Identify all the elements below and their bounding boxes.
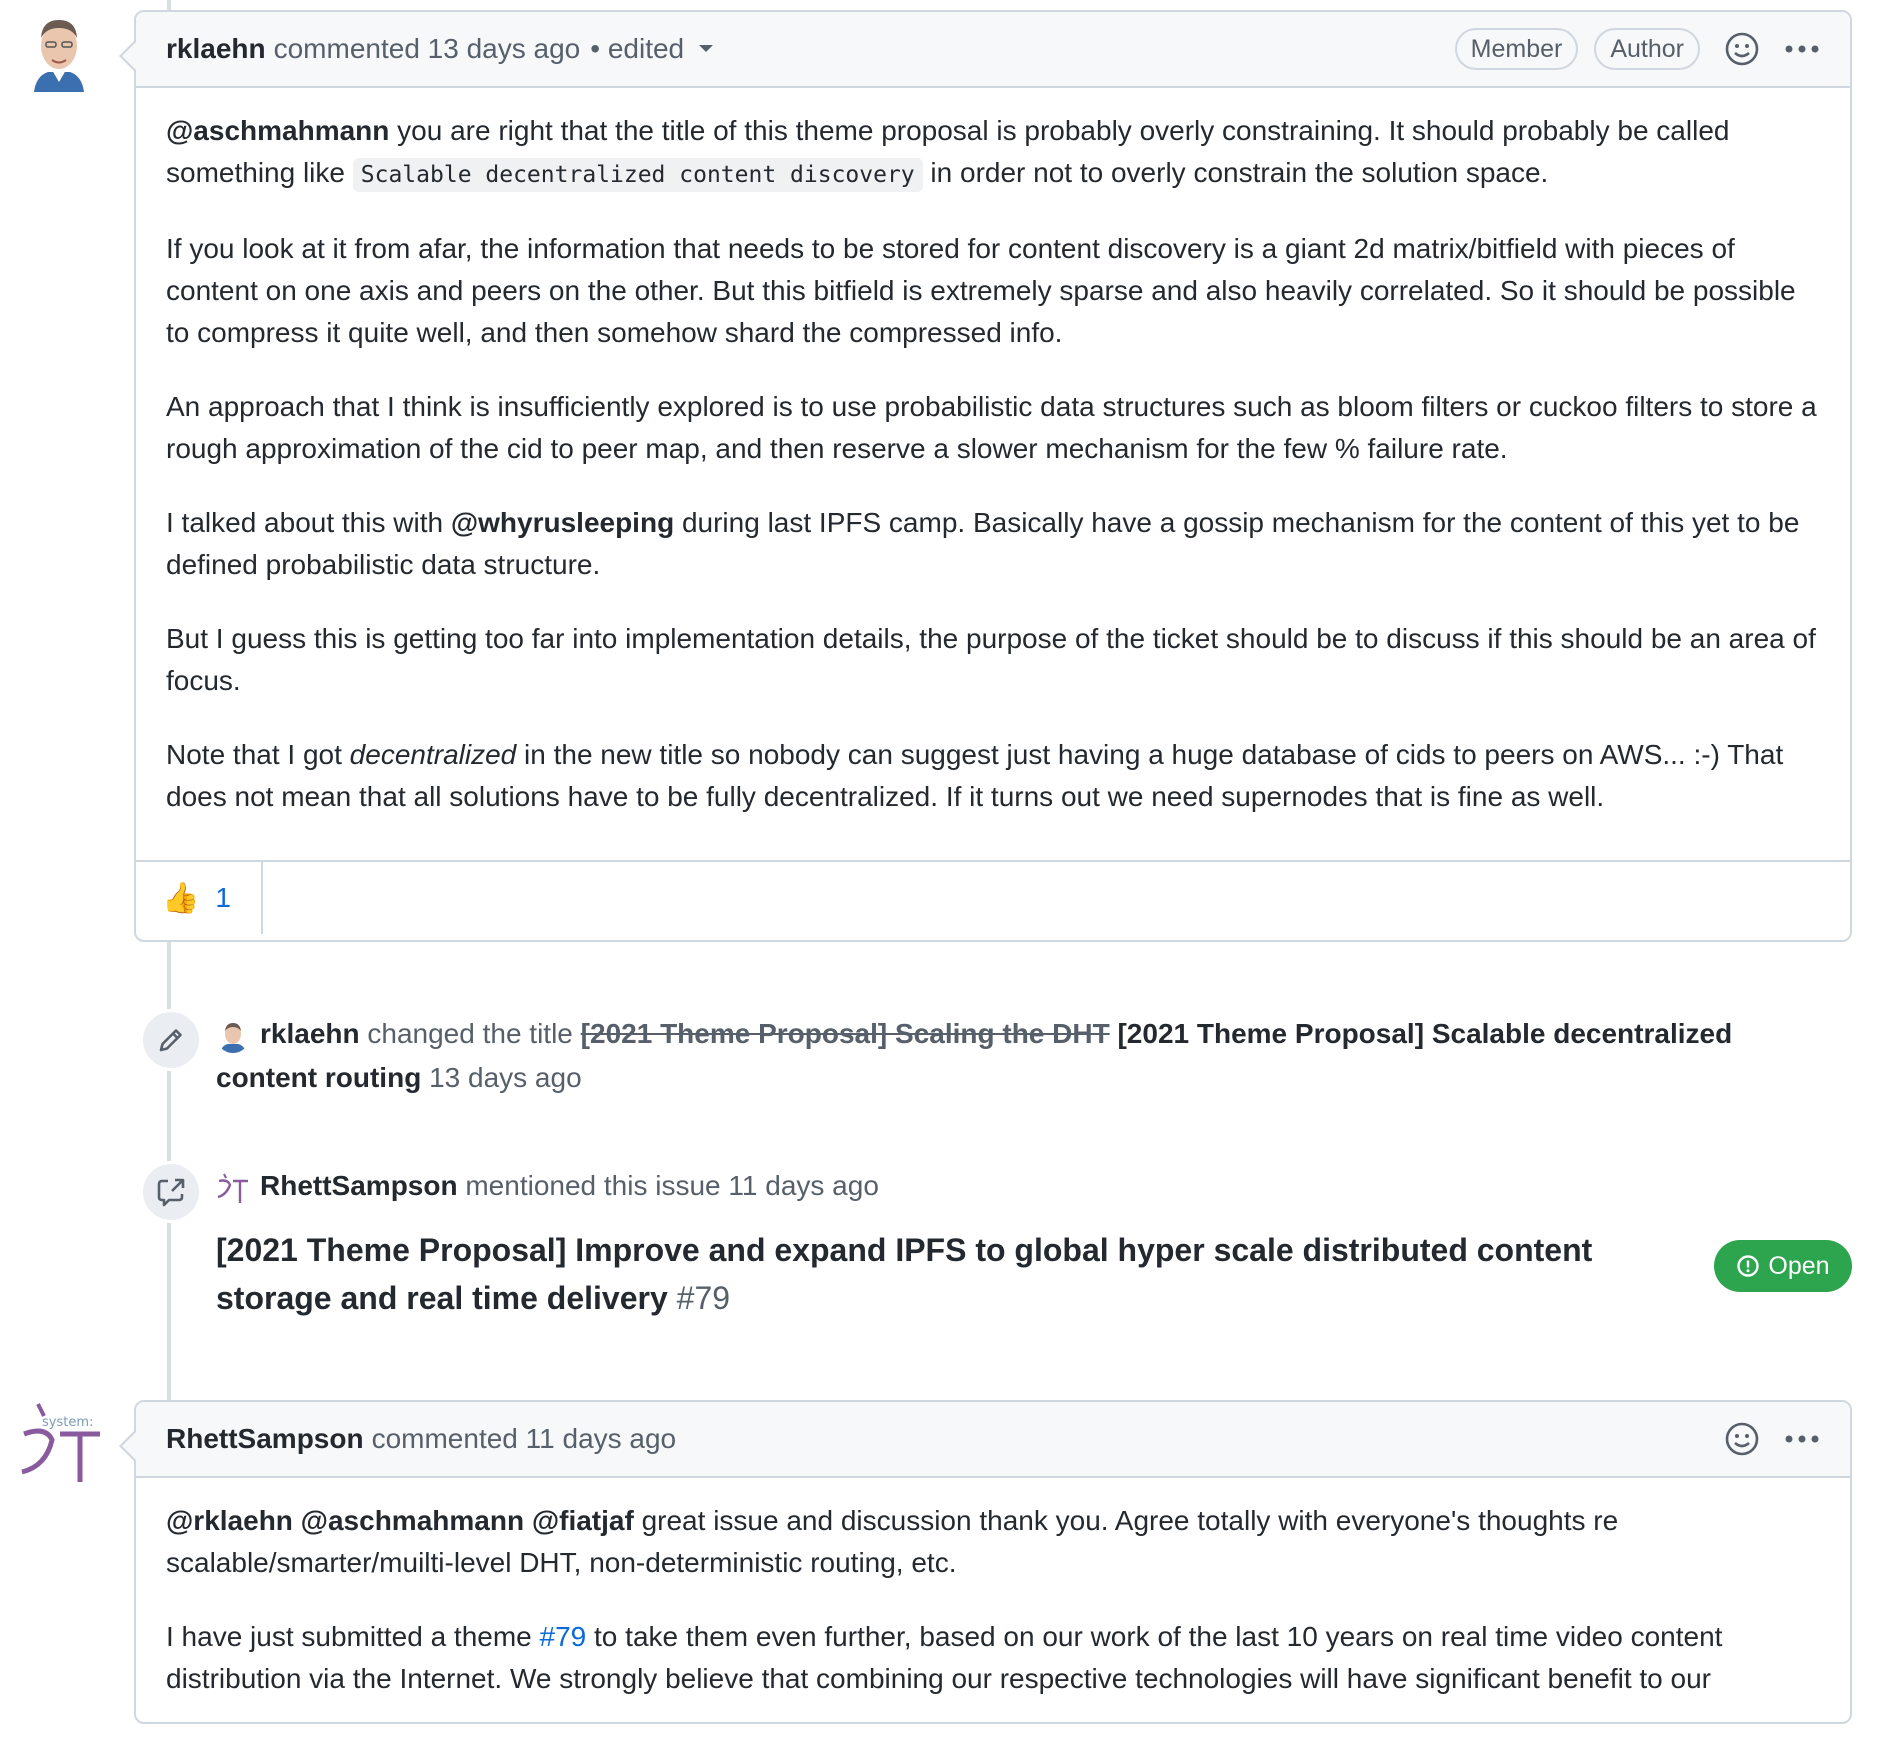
comment-header: RhettSampson commented 11 days ago xyxy=(119,1402,1850,1478)
thumbs-up-reaction[interactable]: 👍 1 xyxy=(136,862,263,934)
paragraph: I talked about this with @whyrusleeping … xyxy=(166,502,1820,586)
user-mention[interactable]: @aschmahmann xyxy=(166,115,389,146)
paragraph: An approach that I think is insufficient… xyxy=(166,391,1817,464)
reaction-count: 1 xyxy=(215,882,231,913)
issue-open-icon xyxy=(1737,1255,1760,1277)
comment-author[interactable]: rklaehn xyxy=(166,33,266,65)
event-action: mentioned this issue xyxy=(465,1170,721,1201)
event-badge xyxy=(140,1161,202,1223)
thumbs-up-icon: 👍 xyxy=(162,881,200,915)
status-label: Open xyxy=(1768,1251,1830,1280)
referenced-issue-number[interactable]: #79 xyxy=(677,1280,730,1316)
author-badge: Author xyxy=(1594,28,1700,70)
user-mention[interactable]: @whyrusleeping xyxy=(451,507,674,538)
comment-meta[interactable]: commented 11 days ago xyxy=(372,1423,677,1455)
edited-link[interactable]: • edited xyxy=(590,33,684,65)
paragraph: I have just submitted a theme #79 to tak… xyxy=(166,1616,1820,1700)
emphasis: decentralized xyxy=(349,739,517,770)
avatar-rklaehn-small[interactable] xyxy=(216,1018,250,1053)
comment-rklaehn: rklaehn commented 13 days ago • edited M… xyxy=(119,10,1852,942)
paragraph: @rklaehn @aschmahmann @fiatjaf great iss… xyxy=(166,1500,1820,1584)
paragraph: If you look at it from afar, the informa… xyxy=(166,233,1796,348)
title-change-event: rklaehn changed the title [2021 Theme Pr… xyxy=(216,1012,1836,1100)
text: in order not to overly constrain the sol… xyxy=(922,157,1549,188)
issue-link[interactable]: #79 xyxy=(540,1621,587,1652)
kebab-menu-icon[interactable] xyxy=(1782,29,1822,69)
event-time[interactable]: 13 days ago xyxy=(429,1062,582,1093)
user-mentions[interactable]: @rklaehn @aschmahmann @fiatjaf xyxy=(166,1505,634,1536)
paragraph: @aschmahmann you are right that the titl… xyxy=(166,110,1820,196)
old-title: [2021 Theme Proposal] Scaling the DHT xyxy=(580,1018,1110,1049)
comment-body: @rklaehn @aschmahmann @fiatjaf great iss… xyxy=(136,1478,1850,1742)
caret xyxy=(122,40,138,72)
comment-header: rklaehn commented 13 days ago • edited M… xyxy=(119,12,1850,88)
comment-meta[interactable]: commented 13 days ago xyxy=(274,33,581,65)
avatar-rhettsampson[interactable]: system: xyxy=(20,1400,102,1482)
comment-rhettsampson: RhettSampson commented 11 days ago @rkla… xyxy=(119,1400,1852,1724)
inline-code: Scalable decentralized content discovery xyxy=(352,158,923,192)
avatar-rklaehn[interactable] xyxy=(26,12,92,92)
comment-body: @aschmahmann you are right that the titl… xyxy=(136,88,1850,860)
referenced-issue-link[interactable]: [2021 Theme Proposal] Improve and expand… xyxy=(216,1226,1616,1322)
text: Note that I got xyxy=(166,739,350,770)
smiley-icon[interactable] xyxy=(1722,29,1762,69)
avatar-portrait-icon xyxy=(26,12,92,92)
chevron-down-icon[interactable] xyxy=(698,44,714,54)
event-action: changed the title xyxy=(367,1018,573,1049)
mention-event: RhettSampson mentioned this issue 11 day… xyxy=(216,1164,879,1208)
pencil-icon xyxy=(159,1029,182,1052)
smiley-icon[interactable] xyxy=(1722,1419,1762,1459)
caret xyxy=(122,1430,138,1462)
paragraph: Note that I got decentralized in the new… xyxy=(166,734,1820,818)
referenced-issue-title[interactable]: [2021 Theme Proposal] Improve and expand… xyxy=(216,1232,1592,1316)
kebab-menu-icon[interactable] xyxy=(1782,1419,1822,1459)
event-author[interactable]: RhettSampson xyxy=(260,1170,458,1201)
text: I talked about this with xyxy=(166,507,451,538)
event-author[interactable]: rklaehn xyxy=(260,1018,360,1049)
avatar-rhettsampson-small[interactable] xyxy=(216,1171,250,1205)
paragraph: But I guess this is getting too far into… xyxy=(166,623,1816,696)
reactions-bar: 👍 1 xyxy=(136,860,1850,934)
member-badge: Member xyxy=(1454,28,1579,70)
text: I have just submitted a theme xyxy=(166,1621,540,1652)
avatar-text: system: xyxy=(42,1415,93,1430)
issue-timeline: rklaehn commented 13 days ago • edited M… xyxy=(0,0,1904,1724)
cross-reference-icon xyxy=(157,1178,185,1207)
event-badge xyxy=(140,1009,202,1071)
comment-author[interactable]: RhettSampson xyxy=(166,1423,364,1455)
issue-status-badge: Open xyxy=(1714,1240,1852,1292)
event-time[interactable]: 11 days ago xyxy=(728,1170,879,1201)
